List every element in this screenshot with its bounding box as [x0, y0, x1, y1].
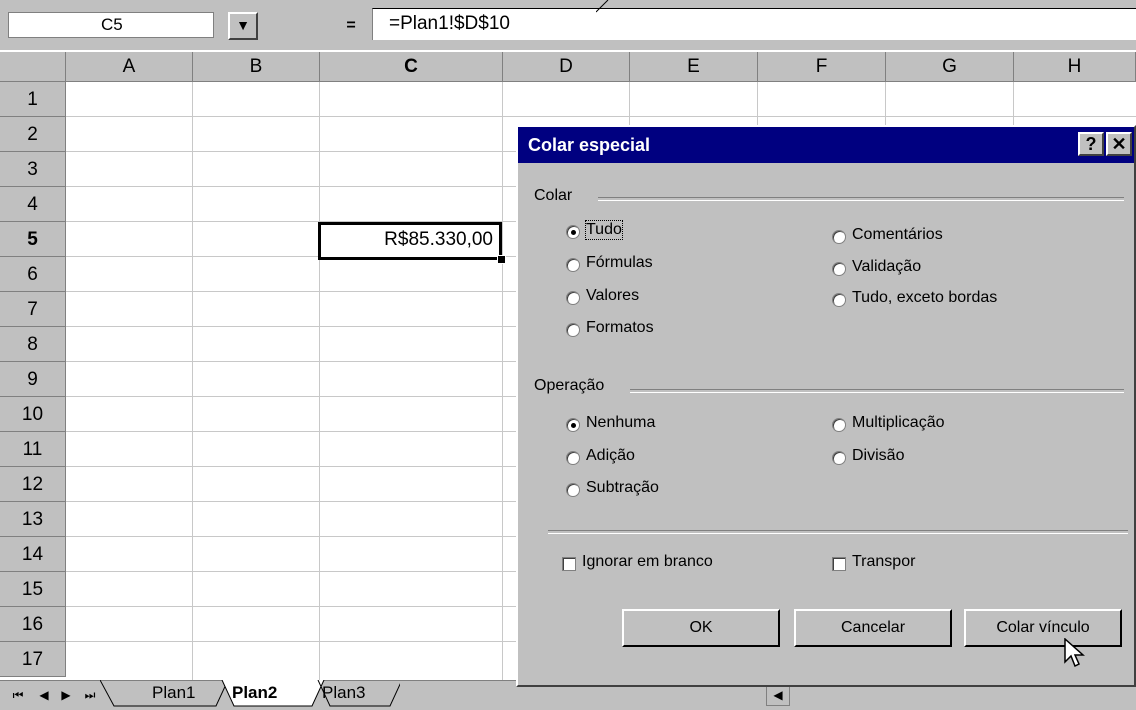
radio-subtracao[interactable] [566, 483, 580, 497]
paste-link-button[interactable]: Colar vínculo [964, 609, 1122, 647]
row-header-12[interactable]: 12 [0, 467, 66, 502]
radio-label-formatos[interactable]: Formatos [586, 319, 654, 337]
dialog-title-bar: Colar especial [518, 127, 1134, 163]
scroll-left-icon[interactable]: ◀ [766, 684, 790, 706]
formula-input[interactable]: =Plan1!$D$10 [372, 8, 1136, 40]
radio-formulas[interactable] [566, 258, 580, 272]
radio-validacao[interactable] [832, 262, 846, 276]
grid-line [319, 82, 320, 680]
name-box-dropdown-icon[interactable]: ▼ [228, 12, 258, 40]
radio-tudo-exceto-bordas[interactable] [832, 293, 846, 307]
radio-label-adicao[interactable]: Adição [586, 447, 635, 465]
radio-label-validacao[interactable]: Validação [852, 258, 921, 276]
next-sheet-icon[interactable]: ▶ [56, 684, 76, 706]
prev-sheet-icon[interactable]: ◀ [34, 684, 54, 706]
dialog-separator [548, 530, 1128, 534]
checkbox-ignorar-em-branco[interactable] [562, 557, 576, 571]
annotation-line-icon [596, 0, 609, 13]
radio-adicao[interactable] [566, 451, 580, 465]
radio-label-divisao[interactable]: Divisão [852, 447, 904, 465]
select-all-corner[interactable] [0, 52, 66, 82]
radio-tudo[interactable] [566, 225, 580, 239]
operation-group-label: Operação [534, 377, 605, 394]
radio-multiplicacao[interactable] [832, 418, 846, 432]
ok-button[interactable]: OK [622, 609, 780, 647]
row-header-6[interactable]: 6 [0, 257, 66, 292]
grid-line [66, 116, 1136, 117]
row-header-5[interactable]: 5 [0, 222, 66, 257]
column-header-g[interactable]: G [886, 52, 1014, 82]
radio-label-tudo[interactable]: Tudo [585, 220, 623, 240]
row-header-15[interactable]: 15 [0, 572, 66, 607]
radio-label-comentarios[interactable]: Comentários [852, 226, 943, 244]
last-sheet-icon[interactable]: ⏭ [80, 684, 100, 706]
mouse-pointer-icon [1064, 638, 1085, 668]
first-sheet-icon[interactable]: ⏮ [8, 684, 28, 706]
edit-formula-button[interactable]: = [336, 12, 366, 40]
row-header-8[interactable]: 8 [0, 327, 66, 362]
active-cell-c5[interactable]: R$85.330,00 [318, 222, 502, 260]
radio-label-tudo-exceto-bordas[interactable]: Tudo, exceto bordas [852, 289, 997, 307]
close-button[interactable]: ✕ [1106, 132, 1132, 156]
row-header-7[interactable]: 7 [0, 292, 66, 327]
fill-handle[interactable] [497, 255, 506, 264]
row-header-2[interactable]: 2 [0, 117, 66, 152]
paste-group-label: Colar [534, 187, 573, 204]
row-header-9[interactable]: 9 [0, 362, 66, 397]
dialog-title: Colar especial [528, 135, 651, 155]
help-button[interactable]: ? [1078, 132, 1104, 156]
sheet-tab-plan2[interactable]: Plan2 [232, 680, 277, 706]
column-header-e[interactable]: E [630, 52, 758, 82]
row-header-4[interactable]: 4 [0, 187, 66, 222]
paste-special-dialog: Colar especial ? ✕ Colar Tudo Fórmulas V… [516, 125, 1136, 687]
radio-label-nenhuma[interactable]: Nenhuma [586, 414, 655, 432]
checkbox-transpor[interactable] [832, 557, 846, 571]
group-divider [598, 197, 1124, 201]
grid-line [192, 82, 193, 680]
radio-label-subtracao[interactable]: Subtração [586, 479, 659, 497]
radio-label-formulas[interactable]: Fórmulas [586, 254, 653, 272]
row-header-11[interactable]: 11 [0, 432, 66, 467]
radio-valores[interactable] [566, 291, 580, 305]
column-header-b[interactable]: B [193, 52, 320, 82]
row-header-10[interactable]: 10 [0, 397, 66, 432]
checkbox-label-ignorar-em-branco[interactable]: Ignorar em branco [582, 553, 713, 571]
row-header-1[interactable]: 1 [0, 82, 66, 117]
row-header-17[interactable]: 17 [0, 642, 66, 677]
radio-label-valores[interactable]: Valores [586, 287, 639, 305]
row-header-13[interactable]: 13 [0, 502, 66, 537]
row-header-3[interactable]: 3 [0, 152, 66, 187]
column-header-f[interactable]: F [758, 52, 886, 82]
cancel-button[interactable]: Cancelar [794, 609, 952, 647]
sheet-tab-plan1[interactable]: Plan1 [152, 680, 195, 706]
row-header-14[interactable]: 14 [0, 537, 66, 572]
radio-formatos[interactable] [566, 323, 580, 337]
group-divider [630, 389, 1124, 393]
name-box[interactable]: C5 [8, 12, 214, 38]
column-header-h[interactable]: H [1014, 52, 1136, 82]
radio-nenhuma[interactable] [566, 418, 580, 432]
checkbox-label-transpor[interactable]: Transpor [852, 553, 915, 571]
grid-line [502, 82, 503, 680]
column-header-c[interactable]: C [320, 52, 503, 82]
column-header-a[interactable]: A [66, 52, 193, 82]
radio-divisao[interactable] [832, 451, 846, 465]
radio-label-multiplicacao[interactable]: Multiplicação [852, 414, 944, 432]
formula-bar: C5 ▼ = =Plan1!$D$10 [0, 0, 1136, 50]
row-header-16[interactable]: 16 [0, 607, 66, 642]
radio-comentarios[interactable] [832, 230, 846, 244]
column-header-d[interactable]: D [503, 52, 630, 82]
sheet-tab-plan3[interactable]: Plan3 [322, 680, 365, 706]
